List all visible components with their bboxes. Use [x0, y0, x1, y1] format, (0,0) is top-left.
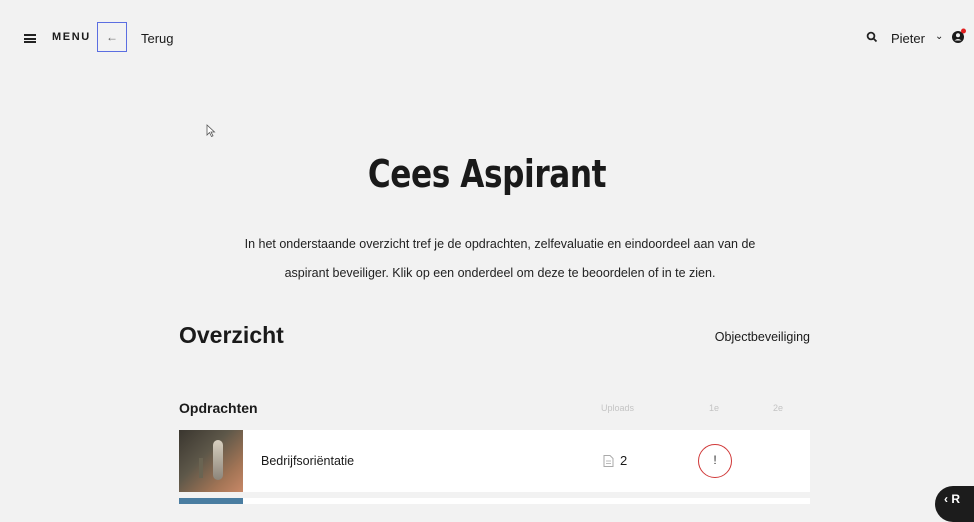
assignment-row[interactable]: Bedrijfsoriëntatie 2 ! [179, 430, 810, 492]
assignments-title: Opdrachten [179, 400, 258, 416]
upload-count: 2 [620, 453, 628, 468]
exclamation-icon[interactable]: ! [698, 444, 732, 478]
assignment-title: Bedrijfsoriëntatie [261, 454, 355, 468]
page-title: Cees Aspirant [367, 152, 607, 196]
intro-line-1: In het onderstaande overzicht tref je de… [244, 237, 756, 251]
menu-button[interactable]: MENU [52, 31, 91, 43]
back-label[interactable]: Terug [141, 31, 174, 46]
user-icon[interactable] [951, 28, 967, 44]
top-navigation-bar: MENU ← Terug Pieter ⌄ [0, 0, 974, 76]
overview-title: Overzicht [179, 322, 284, 348]
chevron-down-icon[interactable]: ⌄ [935, 31, 943, 42]
assignment-row-2[interactable] [243, 498, 810, 504]
column-header-first: 1e [709, 403, 720, 413]
assignment-thumbnail [179, 430, 243, 492]
column-header-uploads: Uploads [601, 403, 635, 413]
intro-text: In het onderstaande overzicht tref je de… [230, 230, 770, 288]
document-icon [603, 455, 614, 467]
column-header-second: 2e [773, 403, 784, 413]
training-type-label: Objectbeveiliging [714, 330, 810, 344]
search-icon[interactable] [866, 31, 878, 43]
arrow-left-icon: ← [106, 30, 118, 44]
user-name[interactable]: Pieter [891, 31, 925, 46]
notification-badge [961, 28, 966, 34]
hamburger-icon[interactable] [24, 34, 36, 43]
cursor-icon [206, 124, 216, 138]
assignment-thumbnail-2 [179, 498, 243, 504]
back-button[interactable]: ← [97, 22, 127, 52]
floating-action-button[interactable]: ‹ R [935, 486, 974, 522]
intro-line-2: aspirant beveiliger. Klik op een onderde… [284, 266, 716, 280]
